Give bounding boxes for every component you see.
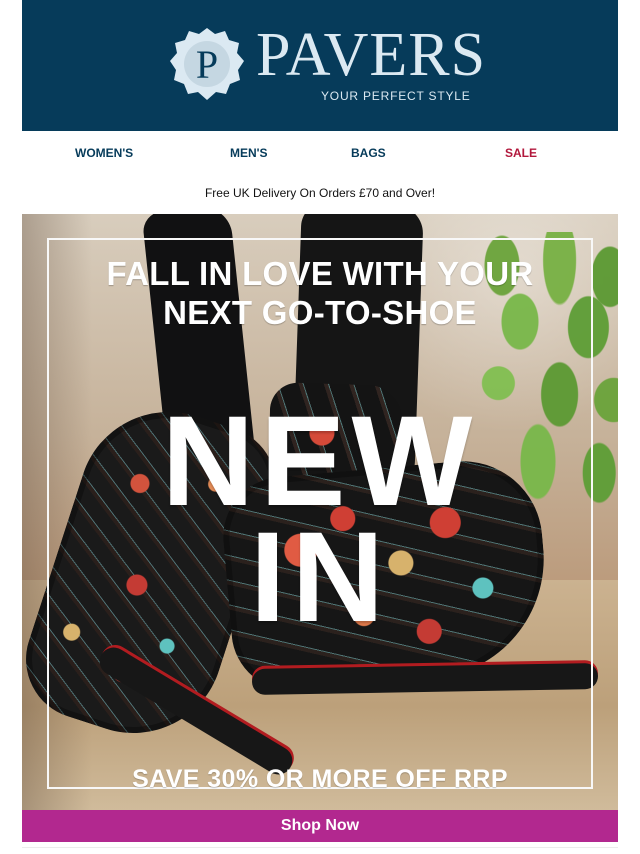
logo-badge-icon: P <box>170 28 244 100</box>
headline-line-1: FALL IN LOVE WITH YOUR <box>106 255 534 292</box>
brand-header: P PAVERS YOUR PERFECT STYLE <box>22 0 618 131</box>
logo-letter: P <box>196 42 218 87</box>
brand-tagline: YOUR PERFECT STYLE <box>321 89 471 103</box>
nav-item-womens[interactable]: WOMEN'S <box>75 146 133 160</box>
new-in-title: NEW IN <box>22 390 618 649</box>
main-navigation: WOMEN'S MEN'S BAGS SALE <box>22 131 618 173</box>
discount-message: SAVE 30% OR MORE OFF RRP <box>132 765 508 793</box>
shop-now-button[interactable]: Shop Now <box>22 810 618 842</box>
bottom-divider <box>22 847 618 848</box>
in-title-line: IN <box>250 506 390 649</box>
pavers-logo[interactable]: P PAVERS YOUR PERFECT STYLE <box>168 24 485 106</box>
new-title-line: NEW <box>161 390 479 533</box>
hero-headline: FALL IN LOVE WITH YOUR NEXT GO-TO-SHOE <box>22 254 618 332</box>
new-in-banner[interactable]: FALL IN LOVE WITH YOUR NEXT GO-TO-SHOE N… <box>22 214 618 810</box>
nav-item-bags[interactable]: BAGS <box>351 146 386 160</box>
delivery-message: Free UK Delivery On Orders £70 and Over! <box>204 186 436 200</box>
nav-item-sale[interactable]: SALE <box>505 146 537 160</box>
brand-name: PAVERS <box>256 21 487 89</box>
nav-item-mens[interactable]: MEN'S <box>230 146 268 160</box>
headline-line-2: NEXT GO-TO-SHOE <box>163 294 477 331</box>
email-page: P PAVERS YOUR PERFECT STYLE WOMEN'S MEN'… <box>0 0 640 854</box>
